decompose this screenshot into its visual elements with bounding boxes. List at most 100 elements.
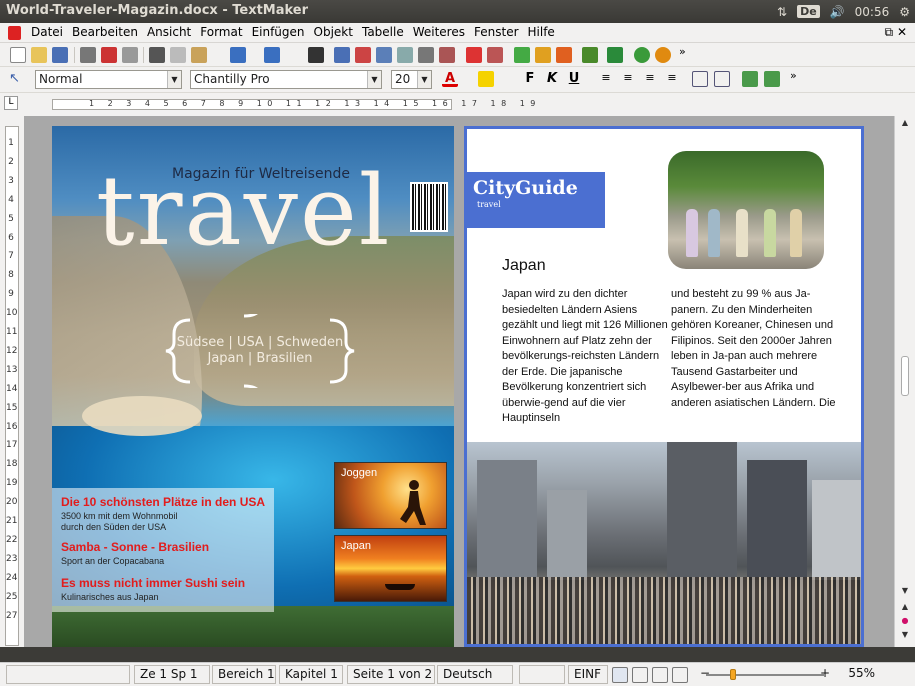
vertical-ruler-number: 4 bbox=[8, 194, 14, 205]
font-name-select[interactable]: Chantilly Pro ▼ bbox=[190, 70, 382, 89]
underline-icon[interactable]: U bbox=[566, 71, 582, 87]
zoom-slider-handle[interactable] bbox=[730, 669, 737, 680]
insert-textframe-icon[interactable] bbox=[376, 47, 392, 63]
tab-stop-selector[interactable]: L bbox=[4, 96, 18, 110]
scroll-down-icon[interactable]: ▼ bbox=[898, 586, 912, 598]
settings-gear-icon[interactable]: ⚙ bbox=[899, 5, 910, 19]
document-area[interactable]: Magazin für Weltreisende travel Südsee |… bbox=[24, 116, 894, 647]
highlight-color-icon[interactable] bbox=[478, 71, 494, 87]
menu-tabelle[interactable]: Tabelle bbox=[362, 25, 404, 39]
restore-window-icon[interactable]: ⧉ bbox=[885, 25, 894, 39]
increase-indent-icon[interactable] bbox=[764, 71, 780, 87]
decrease-indent-icon[interactable] bbox=[742, 71, 758, 87]
menu-objekt[interactable]: Objekt bbox=[314, 25, 353, 39]
insert-table-icon[interactable] bbox=[355, 47, 371, 63]
story-sub-usa: 3500 km mit dem Wohnmobil durch den Süde… bbox=[61, 511, 178, 532]
chevron-down-icon[interactable]: ▼ bbox=[367, 71, 381, 88]
menu-format[interactable]: Format bbox=[200, 25, 242, 39]
vertical-scrollbar[interactable]: ▲ ▼ ▲ ● ▼ bbox=[894, 116, 915, 647]
vertical-ruler-number: 14 bbox=[6, 383, 18, 394]
chart-icon[interactable] bbox=[535, 47, 551, 63]
chevron-down-icon[interactable]: ▼ bbox=[417, 71, 431, 88]
paragraph-dialog-icon[interactable] bbox=[487, 47, 503, 63]
magazine-cover-page[interactable]: Magazin für Weltreisende travel Südsee |… bbox=[52, 126, 454, 647]
insert-field-icon[interactable] bbox=[334, 47, 350, 63]
continuous-view-icon[interactable] bbox=[652, 667, 668, 683]
menu-fenster[interactable]: Fenster bbox=[474, 25, 519, 39]
italic-icon[interactable]: K bbox=[544, 71, 560, 87]
font-color-icon[interactable]: A bbox=[442, 71, 458, 87]
zoom-level[interactable]: 55% bbox=[848, 666, 875, 680]
align-right-icon[interactable]: ≡ bbox=[642, 71, 658, 87]
thumbnail-japan[interactable]: Japan bbox=[334, 535, 447, 602]
kimono-street-photo[interactable] bbox=[668, 151, 824, 269]
scroll-up-icon[interactable]: ▲ bbox=[898, 118, 912, 130]
print-preview-icon[interactable] bbox=[122, 47, 138, 63]
insert-picture-icon[interactable] bbox=[397, 47, 413, 63]
align-justify-icon[interactable]: ≡ bbox=[664, 71, 680, 87]
scrollbar-thumb[interactable] bbox=[901, 356, 909, 396]
bullet-list-icon[interactable] bbox=[714, 71, 730, 87]
next-page-icon[interactable]: ▼ bbox=[898, 630, 912, 642]
cityguide-page[interactable]: CityGuide travel Japan Japan wird zu den… bbox=[464, 126, 864, 647]
planmaker-app-icon[interactable] bbox=[655, 47, 671, 63]
hyperlink-icon[interactable] bbox=[439, 47, 455, 63]
presentations-app-icon[interactable] bbox=[634, 47, 650, 63]
clock[interactable]: 00:56 bbox=[855, 5, 890, 19]
ruler-scale[interactable]: 1 2 3 4 5 6 7 8 9 10 11 12 13 14 15 16 1… bbox=[52, 99, 535, 110]
toolbar-overflow-icon[interactable]: » bbox=[679, 45, 695, 61]
person-figure bbox=[736, 209, 748, 257]
zoom-out-icon[interactable]: − bbox=[700, 666, 710, 680]
destinations-line-1: Südsee | USA | Schweden bbox=[176, 335, 344, 350]
keyboard-layout-indicator[interactable]: De bbox=[797, 5, 820, 18]
paragraph-marks-icon[interactable] bbox=[607, 47, 623, 63]
previous-page-icon[interactable]: ▲ bbox=[898, 602, 912, 614]
close-window-icon[interactable]: ✕ bbox=[897, 25, 907, 39]
export-pdf-icon[interactable] bbox=[101, 47, 117, 63]
objects-icon[interactable] bbox=[556, 47, 572, 63]
menu-datei[interactable]: Datei bbox=[31, 25, 63, 39]
zoom-slider[interactable] bbox=[706, 674, 824, 676]
volume-icon[interactable]: 🔊 bbox=[830, 5, 845, 19]
outline-icon[interactable] bbox=[582, 47, 598, 63]
page-view-icon[interactable] bbox=[632, 667, 648, 683]
cut-icon[interactable] bbox=[149, 47, 165, 63]
status-language[interactable]: Deutsch bbox=[437, 665, 513, 684]
font-dialog-icon[interactable] bbox=[466, 47, 482, 63]
menu-ansicht[interactable]: Ansicht bbox=[147, 25, 191, 39]
copy-icon[interactable] bbox=[170, 47, 186, 63]
toolbar-overflow-icon[interactable]: » bbox=[790, 69, 806, 85]
zoom-in-icon[interactable]: + bbox=[820, 666, 830, 680]
bold-icon[interactable]: F bbox=[522, 71, 538, 87]
open-folder-icon[interactable] bbox=[31, 47, 47, 63]
menu-hilfe[interactable]: Hilfe bbox=[528, 25, 555, 39]
menu-weiteres[interactable]: Weiteres bbox=[413, 25, 465, 39]
align-center-icon[interactable]: ≡ bbox=[620, 71, 636, 87]
normal-view-icon[interactable] bbox=[612, 667, 628, 683]
undo-icon[interactable] bbox=[230, 47, 246, 63]
align-left-icon[interactable]: ≡ bbox=[598, 71, 614, 87]
spellcheck-icon[interactable] bbox=[514, 47, 530, 63]
redo-icon[interactable] bbox=[264, 47, 280, 63]
browse-object-icon[interactable]: ● bbox=[898, 616, 912, 628]
menu-einfuegen[interactable]: Einfügen bbox=[252, 25, 305, 39]
pointer-icon[interactable]: ↖ bbox=[9, 71, 25, 87]
outline-view-icon[interactable] bbox=[672, 667, 688, 683]
paragraph-style-select[interactable]: Normal ▼ bbox=[35, 70, 182, 89]
shibuya-crossing-photo[interactable] bbox=[467, 442, 861, 644]
save-icon[interactable] bbox=[52, 47, 68, 63]
chevron-down-icon[interactable]: ▼ bbox=[167, 71, 181, 88]
zoom-icon[interactable] bbox=[418, 47, 434, 63]
new-document-icon[interactable] bbox=[10, 47, 26, 63]
textmaker-window: World-Traveler-Magazin.docx - TextMaker … bbox=[0, 0, 915, 686]
print-icon[interactable] bbox=[80, 47, 96, 63]
ruler-marks: 1 2 3 4 5 6 7 8 9 10 11 12 13 14 15 16 1… bbox=[89, 99, 541, 108]
menu-bearbeiten[interactable]: Bearbeiten bbox=[72, 25, 138, 39]
binoculars-icon[interactable] bbox=[308, 47, 324, 63]
network-icon[interactable]: ⇅ bbox=[777, 5, 787, 19]
paste-icon[interactable] bbox=[191, 47, 207, 63]
status-insert-mode[interactable]: EINF bbox=[568, 665, 608, 684]
numbered-list-icon[interactable] bbox=[692, 71, 708, 87]
font-size-select[interactable]: 20 ▼ bbox=[391, 70, 432, 89]
thumbnail-joggen[interactable]: Joggen bbox=[334, 462, 447, 529]
